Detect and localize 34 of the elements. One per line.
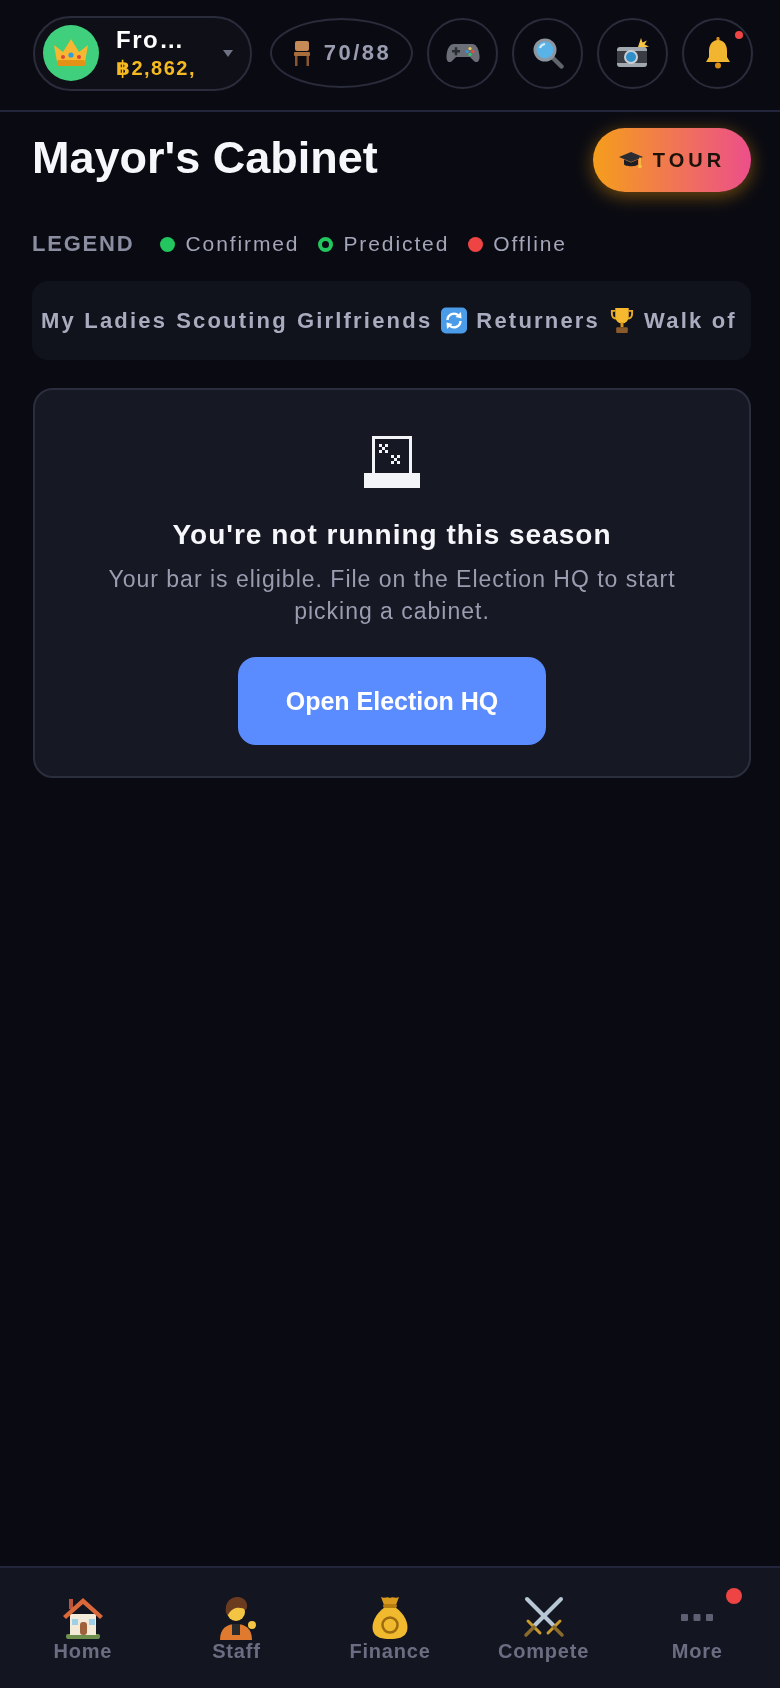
ballot-box-icon: [364, 436, 420, 488]
tab[interactable]: Girlfriends: [296, 307, 433, 334]
trophy-icon: [609, 307, 636, 334]
gamepad-icon: [445, 42, 480, 64]
page-title: Mayor's Cabinet: [32, 132, 378, 184]
profile-name: Fro…: [116, 25, 186, 55]
search-icon: [531, 37, 564, 69]
nav-item[interactable]: Compete: [466, 1568, 621, 1688]
nav-item[interactable]: Finance: [313, 1568, 467, 1688]
legend-item-label: Confirmed: [185, 232, 300, 256]
seat-count: 70/88: [323, 40, 392, 66]
balance: ฿2,862,: [116, 56, 197, 81]
camera-icon: [615, 38, 650, 68]
nav-item[interactable]: Staff: [159, 1568, 314, 1688]
tab[interactable]: Returners: [441, 307, 601, 334]
tab[interactable]: My Ladies: [41, 307, 168, 334]
legend-label: LEGEND: [32, 231, 135, 257]
empty-state-title: You're not running this season: [172, 518, 612, 552]
profile-button[interactable]: Fro… ฿2,862,: [33, 15, 252, 91]
nav-item[interactable]: Home: [6, 1568, 160, 1688]
tab[interactable]: Scouting: [176, 307, 288, 334]
legend-item-label: Offline: [493, 232, 567, 256]
empty-state-message: Your bar is eligible. File on the Election HQ to start picking a cabinet.: [107, 565, 677, 626]
chair-icon: [291, 40, 312, 66]
graduation-cap-icon: [618, 150, 643, 170]
tour-button[interactable]: TOUR: [593, 128, 751, 192]
tab[interactable]: Walk of: [609, 307, 737, 334]
crown-avatar-icon: [43, 25, 99, 81]
nav-item[interactable]: More: [620, 1568, 774, 1688]
election-hq-button[interactable]: Open Election HQ: [238, 657, 546, 745]
dots-icon: [681, 1614, 714, 1621]
caret-icon: [223, 49, 233, 57]
refresh-icon: [441, 307, 468, 334]
legend-item-label: Predicted: [343, 232, 450, 256]
